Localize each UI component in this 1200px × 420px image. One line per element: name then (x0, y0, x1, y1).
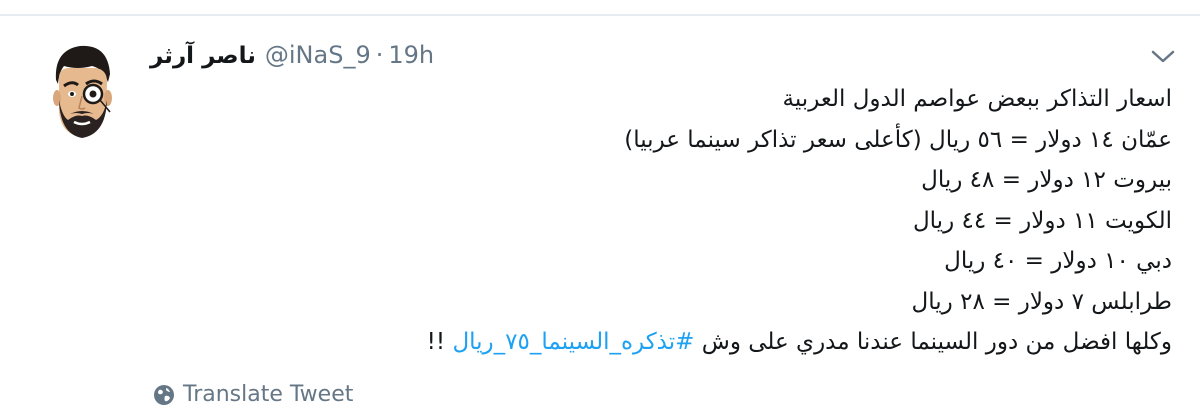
translate-tweet-label: Translate Tweet (183, 382, 354, 407)
chevron-down-icon[interactable] (1150, 48, 1176, 66)
tweet-text-line: طرابلس ٧ دولار = ٢٨ ريال (911, 288, 1172, 315)
tweet-text-last-line: وكلها افضل من دور السينما عندنا مدري على… (162, 322, 1172, 363)
globe-icon (154, 384, 174, 405)
tweet-header: ناصر آرثر @iNaS_9 · 19h (150, 41, 434, 75)
hashtag-link[interactable]: #تذكره_السينما_٧٥_ريال (452, 329, 694, 355)
avatar[interactable] (50, 40, 114, 148)
tweet-text: اسعار التذاكر ببعض عواصم الدول العربية ع… (162, 79, 1172, 363)
tweet-text-line: دبي ١٠ دولار = ٤٠ ريال (944, 248, 1172, 274)
tweet[interactable]: ناصر آرثر @iNaS_9 · 19h اسعار التذاكر بب… (0, 16, 1200, 420)
header-separator: · (375, 41, 384, 69)
tweet-text-fragment: وكلها افضل من دور السينما عندنا مدري على… (694, 329, 1172, 355)
translate-tweet-button[interactable]: Translate Tweet (153, 382, 353, 407)
author-display-name[interactable]: ناصر آرثر (150, 43, 256, 69)
tweet-text-fragment: !! (426, 329, 453, 355)
tweet-text-line: اسعار التذاكر ببعض عواصم الدول العربية (782, 86, 1172, 112)
tweet-timestamp[interactable]: 19h (388, 41, 434, 69)
tweet-text-line: الكويت ١١ دولار = ٤٤ ريال (912, 207, 1172, 234)
tweet-text-line: عمّان ١٤ دولار = ٥٦ ريال (كأعلى سعر تذاك… (624, 126, 1172, 153)
tweet-text-line: بيروت ١٢ دولار = ٤٨ ريال (921, 167, 1172, 193)
author-handle[interactable]: @iNaS_9 (265, 41, 371, 69)
